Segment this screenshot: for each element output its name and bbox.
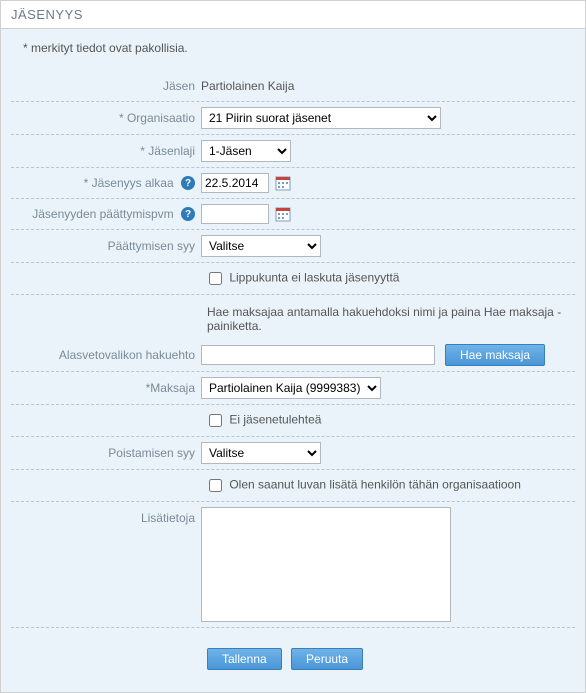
calendar-icon[interactable] — [275, 175, 291, 191]
action-bar: Tallenna Peruuta — [1, 630, 585, 692]
divider — [11, 198, 575, 199]
label-no-newsletter: Ei jäsenetulehteä — [229, 413, 321, 427]
checkbox-permission[interactable] — [209, 479, 222, 492]
select-end-reason[interactable]: Valitse — [201, 235, 321, 257]
label-end-date: Jäsenyyden päättymispvm ? — [11, 207, 201, 222]
textarea-additional-info[interactable] — [201, 507, 451, 622]
row-additional-info: Lisätietoja — [1, 504, 585, 625]
row-end-date: Jäsenyyden päättymispvm ? — [1, 201, 585, 227]
divider — [11, 294, 575, 295]
divider — [11, 371, 575, 372]
row-organisation: * Organisaatio 21 Piirin suorat jäsenet — [1, 104, 585, 132]
select-member-type[interactable]: 1-Jäsen — [201, 140, 291, 162]
divider — [11, 101, 575, 102]
row-start-date: * Jäsenyys alkaa ? — [1, 170, 585, 196]
checkbox-no-invoice[interactable] — [209, 272, 222, 285]
save-button[interactable]: Tallenna — [207, 648, 282, 670]
label-organisation: * Organisaatio — [11, 111, 201, 125]
label-search-term: Alasvetovalikon hakuehto — [11, 348, 201, 362]
label-end-reason: Päättymisen syy — [11, 239, 201, 253]
row-member: Jäsen Partiolainen Kaija — [1, 73, 585, 99]
select-removal-reason[interactable]: Valitse — [201, 442, 321, 464]
divider — [11, 436, 575, 437]
label-additional-info: Lisätietoja — [11, 507, 201, 525]
search-payer-button[interactable]: Hae maksaja — [445, 344, 545, 366]
input-start-date[interactable] — [201, 173, 269, 193]
calendar-icon[interactable] — [275, 206, 291, 222]
row-member-type: * Jäsenlaji 1-Jäsen — [1, 137, 585, 165]
row-end-reason: Päättymisen syy Valitse — [1, 232, 585, 260]
row-removal-reason: Poistamisen syy Valitse — [1, 439, 585, 467]
panel-header: JÄSENYYS — [1, 1, 585, 29]
row-search-term: Alasvetovalikon hakuehto Hae maksaja — [1, 341, 585, 369]
label-payer: *Maksaja — [11, 381, 201, 395]
divider — [11, 167, 575, 168]
row-no-newsletter: Ei jäsenetulehteä — [1, 407, 585, 434]
required-note: * merkityt tiedot ovat pakollisia. — [1, 29, 585, 73]
select-payer[interactable]: Partiolainen Kaija (9999383) — [201, 377, 381, 399]
label-start-date: * Jäsenyys alkaa ? — [11, 176, 201, 191]
select-organisation[interactable]: 21 Piirin suorat jäsenet — [201, 107, 441, 129]
panel-title: JÄSENYYS — [11, 7, 83, 22]
label-permission: Olen saanut luvan lisätä henkilön tähän … — [229, 478, 521, 492]
label-no-invoice: Lippukunta ei laskuta jäsenyyttä — [229, 271, 399, 285]
label-member: Jäsen — [11, 79, 201, 93]
value-member: Partiolainen Kaija — [201, 79, 294, 93]
row-payer: *Maksaja Partiolainen Kaija (9999383) — [1, 374, 585, 402]
divider — [11, 262, 575, 263]
divider — [11, 134, 575, 135]
divider — [11, 627, 575, 628]
help-icon[interactable]: ? — [181, 176, 195, 190]
checkbox-no-newsletter[interactable] — [209, 414, 222, 427]
row-permission: Olen saanut luvan lisätä henkilön tähän … — [1, 472, 585, 499]
divider — [11, 469, 575, 470]
membership-panel: JÄSENYYS * merkityt tiedot ovat pakollis… — [0, 0, 586, 693]
label-removal-reason: Poistamisen syy — [11, 446, 201, 460]
help-icon[interactable]: ? — [181, 207, 195, 221]
divider — [11, 229, 575, 230]
divider — [11, 501, 575, 502]
label-member-type: * Jäsenlaji — [11, 144, 201, 158]
row-no-invoice: Lippukunta ei laskuta jäsenyyttä — [1, 265, 585, 292]
payer-search-info: Hae maksajaa antamalla hakuehdoksi nimi … — [1, 297, 585, 341]
cancel-button[interactable]: Peruuta — [291, 648, 363, 670]
divider — [11, 404, 575, 405]
input-end-date[interactable] — [201, 204, 269, 224]
input-search-term[interactable] — [201, 345, 435, 365]
